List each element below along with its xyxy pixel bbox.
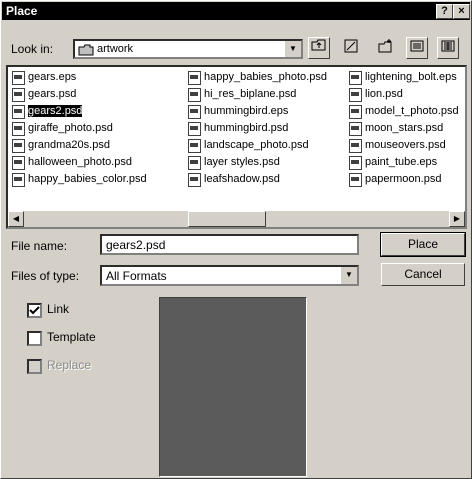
checkmark-icon — [29, 306, 40, 315]
file-name-value: gears2.psd — [106, 238, 166, 252]
checkbox-box — [27, 359, 42, 374]
list-item[interactable]: gears.eps — [10, 69, 147, 86]
list-item[interactable]: mouseovers.psd — [347, 137, 459, 154]
file-icon — [349, 71, 362, 85]
chevron-down-icon[interactable]: ▼ — [340, 267, 357, 284]
list-item[interactable]: giraffe_photo.psd — [10, 120, 147, 137]
folder-icon — [78, 44, 94, 56]
file-icon — [188, 139, 201, 153]
file-icon — [12, 105, 25, 119]
file-icon — [349, 105, 362, 119]
place-dialog: Place ? × Look in: artwork ▼ gears.eps g… — [0, 0, 472, 479]
file-list[interactable]: gears.eps gears.psd gears2.psd giraffe_p… — [6, 65, 467, 229]
desktop-icon[interactable] — [340, 37, 362, 59]
file-icon — [349, 122, 362, 136]
files-of-type-combo[interactable]: All Formats ▼ — [100, 265, 359, 286]
file-icon — [349, 139, 362, 153]
file-column-2: happy_babies_photo.psd hi_res_biplane.ps… — [186, 69, 327, 188]
scrollbar-thumb[interactable] — [188, 211, 266, 227]
checkbox-box[interactable] — [27, 303, 42, 318]
file-icon — [12, 156, 25, 170]
list-item[interactable]: grandma20s.psd — [10, 137, 147, 154]
scroll-right-icon[interactable]: ▶ — [449, 211, 465, 227]
file-column-3: lightening_bolt.eps lion.psd model_t_pho… — [347, 69, 459, 188]
up-folder-icon[interactable] — [308, 37, 330, 59]
close-button[interactable]: × — [453, 4, 470, 19]
list-item[interactable]: lightening_bolt.eps — [347, 69, 459, 86]
file-icon — [349, 88, 362, 102]
help-button[interactable]: ? — [436, 4, 453, 19]
list-item[interactable]: leafshadow.psd — [186, 171, 327, 188]
window-title: Place — [6, 4, 38, 18]
link-label: Link — [47, 302, 70, 316]
list-item[interactable]: happy_babies_color.psd — [10, 171, 147, 188]
replace-label: Replace — [47, 358, 92, 372]
list-item[interactable]: happy_babies_photo.psd — [186, 69, 327, 86]
list-item[interactable]: halloween_photo.psd — [10, 154, 147, 171]
list-item[interactable]: model_t_photo.psd — [347, 103, 459, 120]
title-bar[interactable]: Place ? × — [2, 2, 470, 20]
file-icon — [188, 156, 201, 170]
list-item[interactable]: gears.psd — [10, 86, 147, 103]
file-icon — [349, 173, 362, 187]
file-icon — [188, 88, 201, 102]
list-item[interactable]: hi_res_biplane.psd — [186, 86, 327, 103]
files-of-type-value: All Formats — [106, 269, 167, 283]
checkbox-box[interactable] — [27, 331, 42, 346]
chevron-down-icon[interactable]: ▼ — [284, 41, 301, 57]
file-icon — [12, 88, 25, 102]
list-item[interactable]: hummingbird.eps — [186, 103, 327, 120]
list-item[interactable]: paint_tube.eps — [347, 154, 459, 171]
list-item[interactable]: layer styles.psd — [186, 154, 327, 171]
scroll-left-icon[interactable]: ◀ — [8, 211, 24, 227]
look-in-value: artwork — [97, 43, 134, 55]
preview-thumbnail — [159, 297, 307, 477]
cancel-button[interactable]: Cancel — [381, 263, 465, 286]
file-icon — [349, 156, 362, 170]
file-icon — [188, 122, 201, 136]
file-icon — [188, 173, 201, 187]
file-icon — [12, 122, 25, 136]
look-in-label: Look in: — [11, 42, 54, 56]
list-item[interactable]: lion.psd — [347, 86, 459, 103]
file-name-label: File name: — [11, 239, 68, 253]
file-icon — [12, 71, 25, 85]
list-item[interactable]: papermoon.psd — [347, 171, 459, 188]
template-label: Template — [47, 330, 96, 344]
details-view-icon[interactable] — [437, 37, 459, 59]
file-column-1: gears.eps gears.psd gears2.psd giraffe_p… — [10, 69, 147, 188]
new-folder-icon[interactable] — [375, 37, 397, 59]
file-icon — [12, 139, 25, 153]
list-item[interactable]: moon_stars.psd — [347, 120, 459, 137]
file-icon — [188, 71, 201, 85]
files-of-type-label: Files of type: — [11, 269, 80, 283]
list-item-selected[interactable]: gears2.psd — [10, 103, 147, 120]
list-item[interactable]: landscape_photo.psd — [186, 137, 327, 154]
look-in-combo[interactable]: artwork ▼ — [73, 39, 303, 59]
place-button[interactable]: Place — [380, 232, 466, 257]
file-icon — [12, 173, 25, 187]
horizontal-scrollbar[interactable]: ◀ ▶ — [8, 211, 465, 227]
list-view-icon[interactable] — [406, 37, 428, 59]
list-item[interactable]: hummingbird.psd — [186, 120, 327, 137]
file-icon — [188, 105, 201, 119]
file-name-input[interactable]: gears2.psd — [100, 234, 359, 255]
